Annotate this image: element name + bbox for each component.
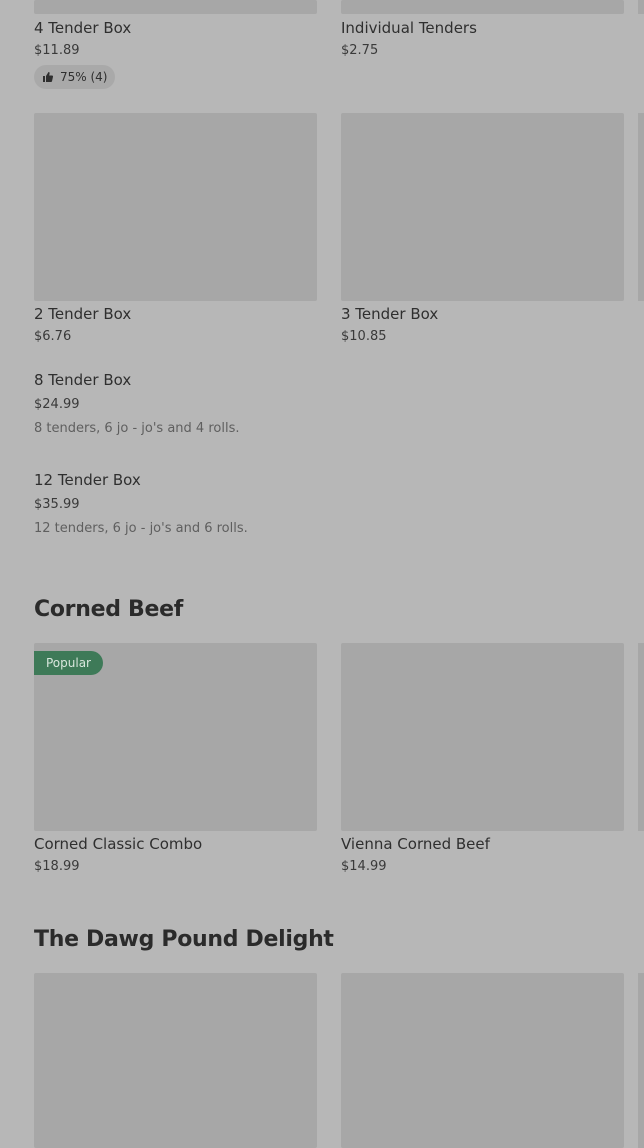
item-image-dawg-pound-1[interactable] xyxy=(34,973,317,1148)
item-description-12-tender-box: 12 tenders, 6 jo - jo's and 6 rolls. xyxy=(34,521,248,536)
item-name-8-tender-box[interactable]: 8 Tender Box xyxy=(34,371,131,389)
item-price-2-tender-box: $6.76 xyxy=(34,329,72,344)
item-price-vienna-corned-beef: $14.99 xyxy=(341,859,387,874)
next-column-edge xyxy=(638,973,644,1148)
section-title-dawg-pound-delight: The Dawg Pound Delight xyxy=(34,927,334,952)
item-price-4-tender-box: $11.89 xyxy=(34,43,80,58)
item-image-3-tender-box[interactable] xyxy=(341,113,624,301)
item-image-vienna-corned-beef[interactable] xyxy=(341,643,624,831)
item-name-corned-classic-combo[interactable]: Corned Classic Combo xyxy=(34,835,202,853)
next-column-edge xyxy=(638,113,644,301)
next-column-edge xyxy=(638,0,644,14)
item-name-individual-tenders[interactable]: Individual Tenders xyxy=(341,19,477,37)
rating-badge: 75% (4) xyxy=(34,65,116,89)
item-name-4-tender-box[interactable]: 4 Tender Box xyxy=(34,19,131,37)
item-image-4-tender-box[interactable] xyxy=(34,0,317,14)
item-price-corned-classic-combo: $18.99 xyxy=(34,859,80,874)
next-column-edge xyxy=(638,643,644,831)
section-title-corned-beef: Corned Beef xyxy=(34,597,183,622)
item-price-12-tender-box: $35.99 xyxy=(34,497,80,512)
item-image-2-tender-box[interactable] xyxy=(34,113,317,301)
item-name-12-tender-box[interactable]: 12 Tender Box xyxy=(34,471,141,489)
item-price-3-tender-box: $10.85 xyxy=(341,329,387,344)
item-image-dawg-pound-2[interactable] xyxy=(341,973,624,1148)
item-name-2-tender-box[interactable]: 2 Tender Box xyxy=(34,305,131,323)
popular-badge: Popular xyxy=(34,651,103,675)
item-price-8-tender-box: $24.99 xyxy=(34,397,80,412)
thumbs-up-icon xyxy=(43,72,54,82)
item-image-individual-tenders[interactable] xyxy=(341,0,624,14)
item-name-3-tender-box[interactable]: 3 Tender Box xyxy=(341,305,438,323)
item-description-8-tender-box: 8 tenders, 6 jo - jo's and 4 rolls. xyxy=(34,421,240,436)
item-name-vienna-corned-beef[interactable]: Vienna Corned Beef xyxy=(341,835,490,853)
item-price-individual-tenders: $2.75 xyxy=(341,43,379,58)
rating-text: 75% (4) xyxy=(60,70,108,84)
